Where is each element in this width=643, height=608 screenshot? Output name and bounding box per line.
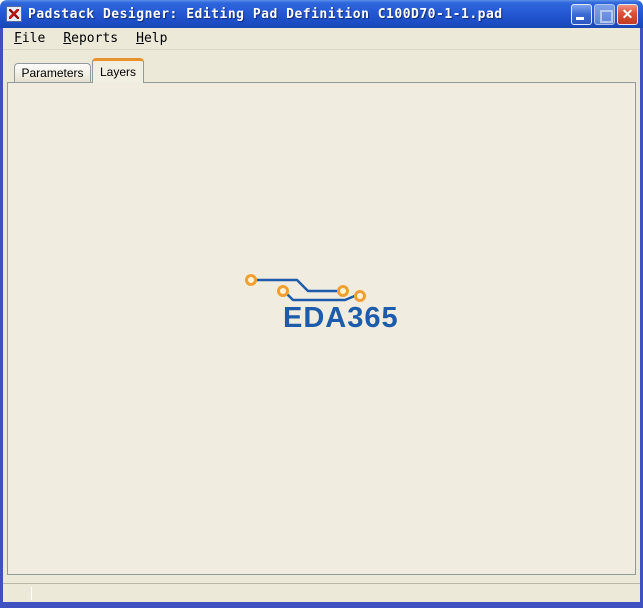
menu-file[interactable]: File [12, 30, 47, 47]
layers-tab-panel [7, 82, 636, 575]
tab-layers[interactable]: Layers [92, 58, 144, 83]
menu-help[interactable]: Help [134, 30, 169, 47]
title-bar[interactable]: Padstack Designer: Editing Pad Definitio… [0, 0, 643, 28]
maximize-button [594, 3, 615, 25]
status-bar-separator [31, 587, 32, 600]
menu-reports[interactable]: Reports [61, 30, 120, 47]
tab-parameters[interactable]: Parameters [14, 63, 91, 83]
status-bar [3, 583, 640, 602]
window-title: Padstack Designer: Editing Pad Definitio… [28, 6, 503, 22]
padstack-designer-window: Padstack Designer: Editing Pad Definitio… [0, 0, 643, 608]
app-icon [6, 6, 22, 22]
close-button[interactable]: ✕ [617, 3, 638, 25]
menu-bar: File Reports Help [3, 28, 640, 50]
minimize-button[interactable] [571, 3, 592, 25]
